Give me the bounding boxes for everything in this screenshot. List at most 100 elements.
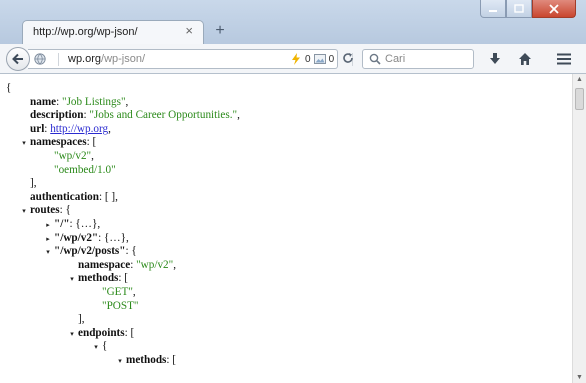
json-line: ▸ "/wp/v2": {…}, <box>6 232 240 246</box>
image-icon <box>313 54 326 64</box>
json-line: ▾ endpoints: [ <box>6 327 240 341</box>
search-placeholder: Cari <box>385 53 406 65</box>
json-key: "/" <box>54 217 70 230</box>
expand-toggle-icon[interactable]: ▾ <box>44 246 52 260</box>
back-arrow-icon <box>12 53 23 65</box>
back-button[interactable] <box>6 47 30 71</box>
maximize-icon <box>514 3 524 13</box>
json-line: ▾ methods: [ <box>6 354 240 368</box>
json-punctuation: : {…}, <box>98 231 129 244</box>
globe-icon[interactable] <box>34 53 46 65</box>
json-line: ▾{ <box>6 340 240 354</box>
json-punctuation: : {…}, <box>69 217 101 230</box>
json-line: ], <box>6 313 240 327</box>
json-line: ▾ methods: [ <box>6 272 240 286</box>
expand-toggle-icon[interactable]: ▾ <box>68 328 76 342</box>
close-tab-icon[interactable]: × <box>185 24 193 38</box>
maximize-button[interactable] <box>506 0 532 18</box>
collapse-toggle-icon[interactable]: ▸ <box>44 219 52 233</box>
json-line: ▾ namespaces: [ <box>6 136 240 150</box>
json-key: namespace <box>78 258 131 271</box>
browser-tab[interactable]: http://wp.org/wp-json/ × <box>22 20 204 44</box>
json-line: ▸ "/": {…}, <box>6 218 240 232</box>
json-key: routes <box>30 204 60 217</box>
json-punctuation: , <box>132 285 136 298</box>
json-link[interactable]: http://wp.org <box>50 123 108 135</box>
json-punctuation: : { <box>125 245 137 258</box>
expand-toggle-icon[interactable]: ▾ <box>116 355 124 369</box>
json-punctuation: { <box>102 340 108 353</box>
json-line: ▾ routes: { <box>6 204 240 218</box>
json-punctuation: : [ <box>86 136 97 149</box>
addon-count-left: 0 <box>305 53 311 65</box>
json-viewer: { name: "Job Listings", description: "Jobs… <box>0 74 586 383</box>
menu-button[interactable] <box>553 49 575 69</box>
downloads-button[interactable] <box>484 49 506 69</box>
json-line: url: http://wp.org, <box>6 123 240 137</box>
window-controls <box>480 0 576 22</box>
json-string: "GET" <box>102 285 133 298</box>
json-line: description: "Jobs and Career Opportunit… <box>6 109 240 123</box>
json-punctuation: , <box>91 149 94 162</box>
tab-title: http://wp.org/wp-json/ <box>33 26 138 38</box>
url-path: /wp-json/ <box>101 53 146 65</box>
addon-indicators[interactable]: 0 0 <box>290 53 334 65</box>
json-key: namespaces <box>30 136 87 149</box>
expand-toggle-icon[interactable]: ▾ <box>92 341 100 355</box>
json-string: "POST" <box>102 299 139 312</box>
scroll-up-arrow-icon[interactable]: ▲ <box>573 76 586 83</box>
json-string: "wp/v2" <box>54 149 92 162</box>
json-punctuation: : [ ], <box>99 190 118 203</box>
collapse-toggle-icon[interactable]: ▸ <box>44 233 52 247</box>
json-punctuation: , <box>173 258 177 271</box>
json-key: description <box>30 109 84 122</box>
json-key: methods <box>126 353 167 366</box>
json-punctuation: , <box>237 109 240 122</box>
json-punctuation: , <box>125 95 129 108</box>
download-arrow-icon <box>490 53 500 64</box>
json-line: ▾ "/wp/v2/posts": { <box>6 245 240 259</box>
lightning-icon <box>292 53 300 65</box>
expand-toggle-icon[interactable]: ▾ <box>20 137 28 151</box>
minimize-button[interactable] <box>480 0 506 18</box>
scrollbar-thumb[interactable] <box>575 88 584 110</box>
vertical-scrollbar[interactable]: ▲ ▼ <box>572 74 586 383</box>
new-tab-button[interactable]: + <box>210 22 230 40</box>
json-document: { name: "Job Listings", description: "Jobs… <box>6 82 240 367</box>
json-line: "oembed/1.0" <box>6 164 240 178</box>
json-key: methods <box>78 272 119 285</box>
json-punctuation: , <box>108 122 111 135</box>
json-string: "wp/v2" <box>136 258 174 271</box>
json-punctuation: : [ <box>124 326 135 339</box>
json-line: name: "Job Listings", <box>6 96 240 110</box>
json-punctuation: : { <box>59 204 71 217</box>
json-punctuation: ], <box>78 313 85 326</box>
search-bar[interactable]: Cari <box>362 49 474 69</box>
scroll-down-arrow-icon[interactable]: ▼ <box>573 374 586 381</box>
reload-button[interactable] <box>338 49 358 69</box>
json-punctuation: { <box>6 82 12 94</box>
json-punctuation: : [ <box>118 272 129 285</box>
address-bar[interactable]: wp.org/wp-json/ 0 0 <box>28 49 353 69</box>
json-key: endpoints <box>78 326 125 339</box>
json-line: { <box>6 82 240 96</box>
expand-toggle-icon[interactable]: ▾ <box>20 205 28 219</box>
url-host: wp.org <box>68 53 102 65</box>
json-punctuation: : [ <box>166 353 177 366</box>
home-icon <box>519 53 531 65</box>
navigation-toolbar: wp.org/wp-json/ 0 0 Cari <box>0 44 586 74</box>
title-bar: http://wp.org/wp-json/ × + <box>0 0 586 44</box>
json-key: authentication <box>30 190 99 203</box>
search-icon <box>369 53 381 65</box>
url-text[interactable]: wp.org/wp-json/ <box>68 53 145 65</box>
json-line: ], <box>6 177 240 191</box>
expand-toggle-icon[interactable]: ▾ <box>68 273 76 287</box>
addon-count-right: 0 <box>328 53 335 65</box>
close-window-button[interactable] <box>532 0 576 18</box>
json-punctuation: ], <box>30 177 37 190</box>
json-key: url <box>30 122 45 135</box>
url-separator <box>58 53 59 66</box>
json-line: "POST" <box>6 300 240 314</box>
home-button[interactable] <box>514 49 536 69</box>
json-key: "/wp/v2" <box>54 231 99 244</box>
